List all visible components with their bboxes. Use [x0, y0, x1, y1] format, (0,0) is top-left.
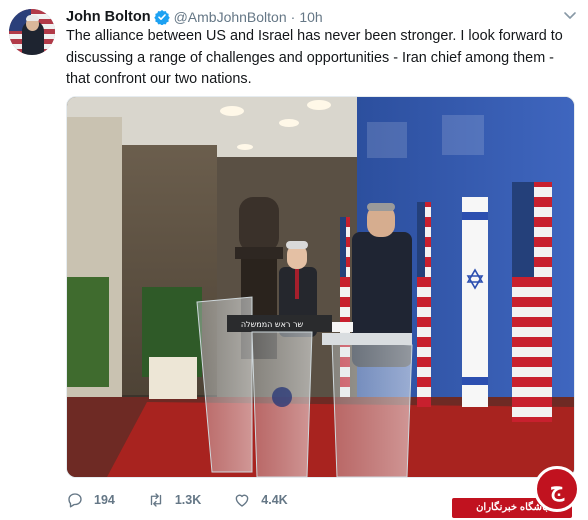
reply-icon: [68, 493, 82, 508]
like-button[interactable]: 4.4K: [233, 491, 288, 509]
tweet-photo[interactable]: שר ראש הממשלה: [66, 96, 575, 478]
tweet-actions: 194 1.3K 4.4K: [66, 490, 320, 510]
tweet-card[interactable]: John Bolton @AmbJohnBolton · 10h The all…: [0, 0, 588, 520]
like-count: 4.4K: [261, 493, 288, 507]
tweet-timestamp[interactable]: 10h: [299, 9, 322, 25]
watermark-logo-glyph: ج: [549, 476, 565, 501]
author-name[interactable]: John Bolton: [66, 9, 151, 25]
podium-sign: שר ראש הממשלה: [241, 320, 304, 329]
retweet-button[interactable]: 1.3K: [147, 491, 201, 509]
retweet-icon: [150, 493, 162, 507]
tweet-header: John Bolton @AmbJohnBolton · 10h: [66, 7, 323, 27]
reply-button[interactable]: 194: [66, 491, 115, 509]
news-agency-watermark: باشگاه خبرنگاران ج: [452, 466, 588, 520]
verified-badge-icon: [153, 10, 170, 25]
avatar-person-hair: [26, 15, 39, 21]
header-separator: ·: [290, 9, 296, 25]
watermark-logo: ج: [534, 466, 580, 512]
author-handle[interactable]: @AmbJohnBolton: [174, 9, 287, 25]
tweet-text: The alliance between US and Israel has n…: [66, 28, 563, 87]
retweet-count: 1.3K: [174, 493, 202, 507]
photo-scene: שר ראש הממשלה: [67, 97, 574, 477]
like-icon: [235, 494, 249, 507]
author-avatar[interactable]: [9, 9, 55, 55]
caret-down-icon[interactable]: [562, 10, 578, 22]
reply-count: 194: [94, 493, 115, 507]
